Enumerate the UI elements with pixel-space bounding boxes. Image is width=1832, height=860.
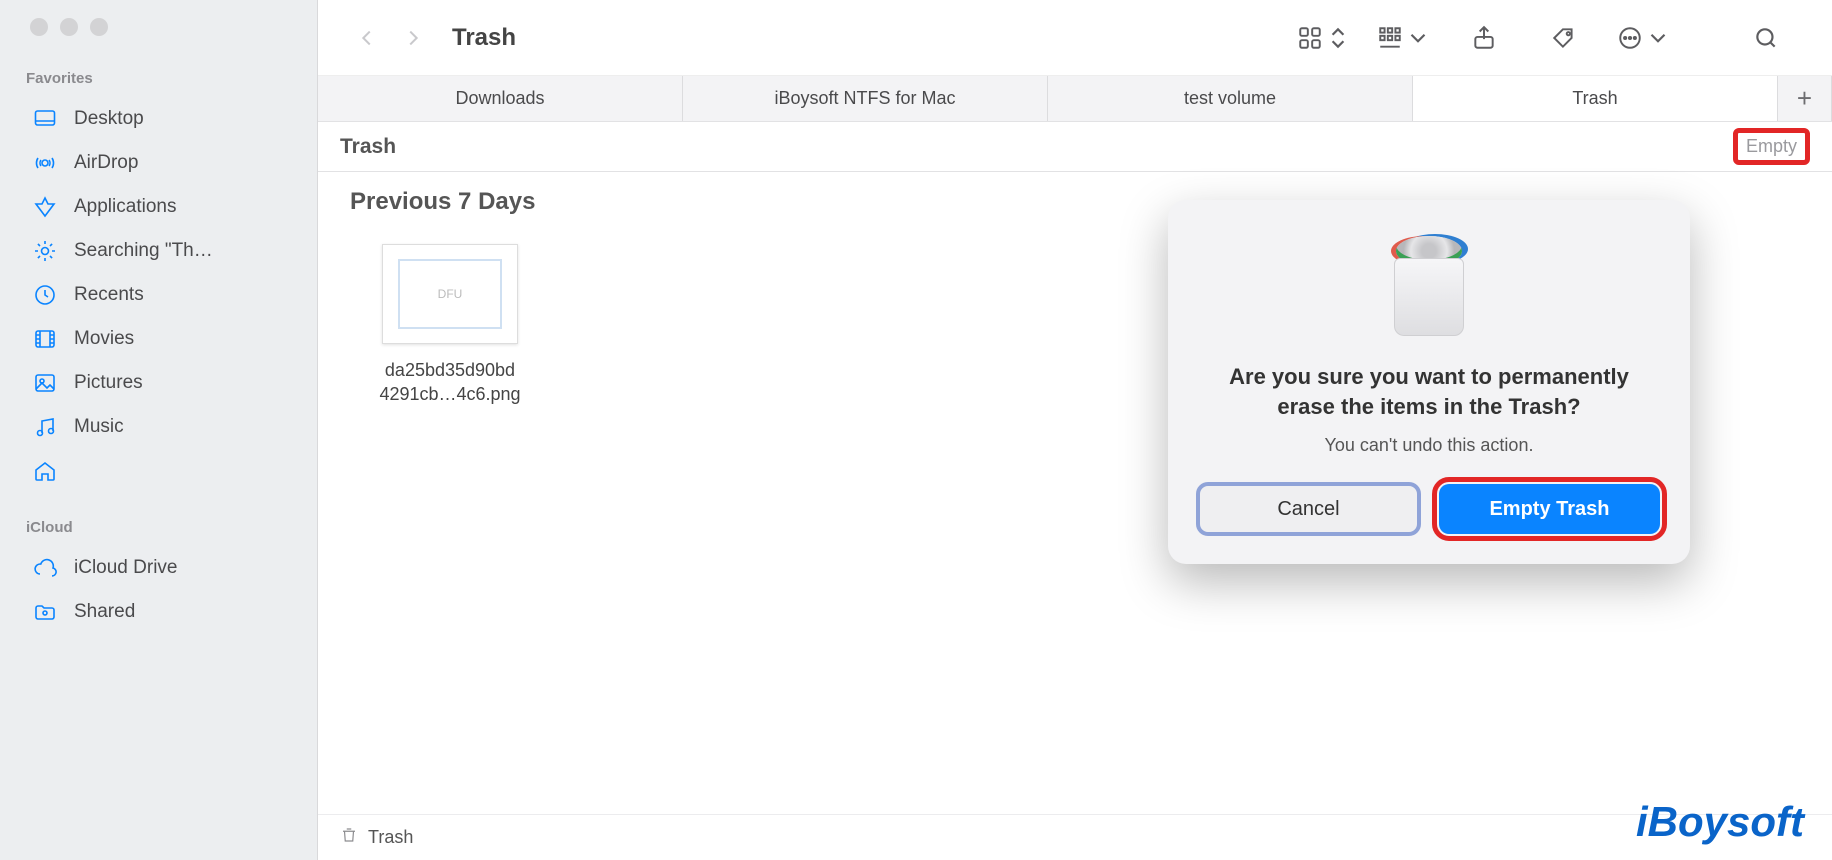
- view-icons-button[interactable]: [1296, 17, 1352, 59]
- window-controls: [0, 18, 317, 66]
- plus-icon: +: [1797, 83, 1812, 114]
- sidebar-item-label: Music: [74, 416, 124, 438]
- location-bar: Trash Empty: [318, 122, 1832, 172]
- sidebar-item-search[interactable]: Searching "Th…: [6, 229, 311, 273]
- sidebar-item-label: iCloud Drive: [74, 557, 177, 579]
- location-title: Trash: [340, 135, 396, 159]
- tab-iboysoft-ntfs[interactable]: iBoysoft NTFS for Mac: [683, 76, 1048, 121]
- clock-icon: [32, 282, 58, 308]
- sidebar-item-label: Applications: [74, 196, 176, 218]
- sidebar-item-desktop[interactable]: Desktop: [6, 97, 311, 141]
- pictures-icon: [32, 370, 58, 396]
- confirm-empty-dialog: Are you sure you want to permanently era…: [1168, 200, 1690, 564]
- desktop-icon: [32, 106, 58, 132]
- sidebar-section-icloud: iCloud: [0, 515, 317, 546]
- sidebar-item-shared[interactable]: Shared: [6, 590, 311, 634]
- file-item[interactable]: DFU da25bd35d90bd 4291cb…4c6.png: [350, 244, 550, 814]
- movies-icon: [32, 326, 58, 352]
- sidebar-item-label: Movies: [74, 328, 134, 350]
- music-icon: [32, 414, 58, 440]
- sidebar-section-favorites: Favorites: [0, 66, 317, 97]
- empty-trash-confirm-button[interactable]: Empty Trash: [1439, 484, 1660, 534]
- window-title: Trash: [452, 24, 516, 52]
- share-button[interactable]: [1456, 17, 1512, 59]
- close-window[interactable]: [30, 18, 48, 36]
- airdrop-icon: [32, 150, 58, 176]
- status-bar: Trash: [318, 814, 1832, 860]
- toolbar: Trash: [318, 0, 1832, 76]
- sidebar-item-pictures[interactable]: Pictures: [6, 361, 311, 405]
- sidebar-item-label: Pictures: [74, 372, 143, 394]
- dialog-title: Are you sure you want to permanently era…: [1210, 362, 1648, 421]
- cloud-icon: [32, 555, 58, 581]
- file-name: da25bd35d90bd 4291cb…4c6.png: [379, 358, 520, 407]
- sidebar-item-label: Searching "Th…: [74, 240, 213, 262]
- forward-button[interactable]: [394, 19, 432, 57]
- minimize-window[interactable]: [60, 18, 78, 36]
- shared-icon: [32, 599, 58, 625]
- sidebar-item-airdrop[interactable]: AirDrop: [6, 141, 311, 185]
- tab-label: test volume: [1184, 88, 1276, 109]
- add-tab-button[interactable]: +: [1778, 76, 1832, 121]
- empty-trash-button[interactable]: Empty: [1733, 128, 1810, 165]
- tab-label: Downloads: [455, 88, 544, 109]
- sidebar-item-label: Recents: [74, 284, 144, 306]
- watermark: iiBoysoftBoysoft: [1636, 798, 1804, 846]
- trash-icon: [340, 825, 358, 850]
- sidebar-item-icloud-drive[interactable]: iCloud Drive: [6, 546, 311, 590]
- gear-icon: [32, 238, 58, 264]
- file-thumbnail: DFU: [382, 244, 518, 344]
- sidebar-item-music[interactable]: Music: [6, 405, 311, 449]
- sidebar-item-recents[interactable]: Recents: [6, 273, 311, 317]
- more-actions-button[interactable]: [1616, 17, 1672, 59]
- sidebar-item-label: AirDrop: [74, 152, 138, 174]
- tab-test-volume[interactable]: test volume: [1048, 76, 1413, 121]
- sidebar-item-label: Shared: [74, 601, 135, 623]
- sidebar-item-label: Desktop: [74, 108, 144, 130]
- dialog-subtitle: You can't undo this action.: [1198, 435, 1660, 456]
- home-icon: [32, 458, 58, 484]
- tab-downloads[interactable]: Downloads: [318, 76, 683, 121]
- tab-label: iBoysoft NTFS for Mac: [774, 88, 955, 109]
- applications-icon: [32, 194, 58, 220]
- zoom-window[interactable]: [90, 18, 108, 36]
- dialog-trash-icon: [1386, 236, 1472, 336]
- tab-trash[interactable]: Trash: [1413, 76, 1778, 121]
- sidebar-item-home[interactable]: [6, 449, 311, 493]
- tabs: Downloads iBoysoft NTFS for Mac test vol…: [318, 76, 1832, 122]
- thumbnail-preview: DFU: [398, 259, 502, 329]
- status-location: Trash: [368, 827, 413, 848]
- back-button[interactable]: [348, 19, 386, 57]
- search-button[interactable]: [1738, 17, 1794, 59]
- sidebar-item-applications[interactable]: Applications: [6, 185, 311, 229]
- tab-label: Trash: [1572, 88, 1617, 109]
- tags-button[interactable]: [1536, 17, 1592, 59]
- sidebar: Favorites Desktop AirDrop Applications S…: [0, 0, 318, 860]
- cancel-button[interactable]: Cancel: [1198, 484, 1419, 534]
- sidebar-item-movies[interactable]: Movies: [6, 317, 311, 361]
- group-by-button[interactable]: [1376, 17, 1432, 59]
